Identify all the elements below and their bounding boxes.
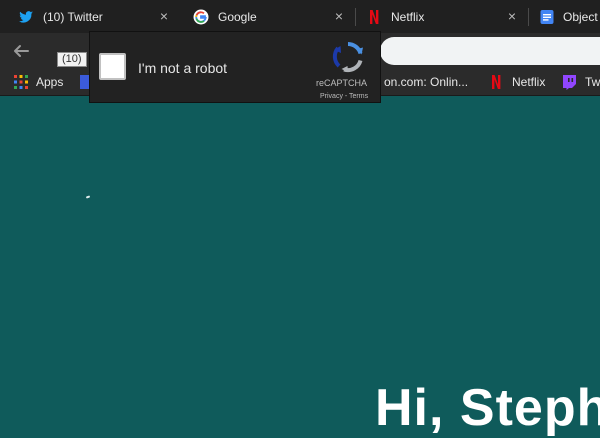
close-icon[interactable]: × bbox=[156, 8, 172, 24]
tab-google[interactable]: Google × bbox=[193, 0, 353, 33]
tab-object[interactable]: Object bbox=[539, 0, 600, 33]
bookmark-label: Apps bbox=[36, 75, 64, 89]
tooltip: (10) bbox=[57, 52, 87, 67]
bookmark-twitch[interactable]: Tw bbox=[561, 73, 600, 91]
tab-title: Object bbox=[563, 9, 598, 24]
bookmark-amazon[interactable]: on.com: Onlin... bbox=[384, 73, 468, 91]
twitter-icon bbox=[18, 9, 34, 25]
recaptcha-brand: reCAPTCHA bbox=[316, 78, 368, 88]
netflix-icon bbox=[488, 74, 504, 90]
tab-netflix[interactable]: Netflix × bbox=[366, 0, 526, 33]
docs-icon bbox=[539, 9, 555, 25]
tab-title: Netflix bbox=[391, 9, 425, 24]
tab-divider bbox=[355, 8, 356, 26]
recaptcha-logo-icon bbox=[331, 40, 365, 74]
twitch-icon bbox=[561, 74, 577, 90]
arrow-left-icon bbox=[14, 45, 29, 57]
background-speck bbox=[85, 195, 91, 199]
netflix-icon bbox=[366, 9, 382, 25]
tab-twitter[interactable]: (10) Twitter × bbox=[18, 0, 178, 33]
back-button[interactable] bbox=[8, 38, 34, 64]
recaptcha-checkbox[interactable] bbox=[99, 53, 126, 80]
bookmark-apps[interactable]: Apps bbox=[14, 73, 63, 91]
recaptcha-privacy-terms-link[interactable]: Privacy - Terms bbox=[320, 93, 368, 100]
address-bar[interactable] bbox=[380, 37, 600, 65]
bookmark-label: on.com: Onlin... bbox=[384, 75, 469, 89]
bookmark-label: Netflix bbox=[512, 75, 546, 89]
tab-divider bbox=[528, 8, 529, 26]
close-icon[interactable]: × bbox=[331, 8, 347, 24]
bookmark-label: Tw bbox=[585, 75, 600, 89]
hero-greeting: Hi, Steph bbox=[375, 379, 600, 437]
tab-title: Google bbox=[218, 9, 257, 24]
google-icon bbox=[193, 9, 209, 25]
close-icon[interactable]: × bbox=[504, 8, 520, 24]
recaptcha-widget: I'm not a robot reCAPTCHA Privacy - Term… bbox=[89, 31, 381, 103]
bookmark-netflix[interactable]: Netflix bbox=[488, 73, 545, 91]
apps-grid-icon bbox=[14, 75, 28, 89]
recaptcha-label: I'm not a robot bbox=[138, 60, 228, 76]
tab-title: (10) Twitter bbox=[43, 9, 103, 24]
tab-strip: (10) Twitter × Google × Netflix × Object bbox=[0, 0, 600, 33]
